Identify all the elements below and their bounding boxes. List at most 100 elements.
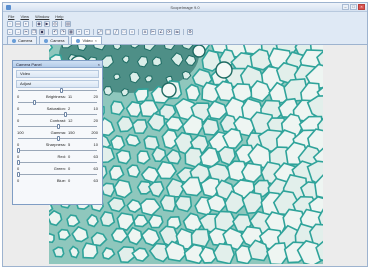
section-adjust[interactable]: Adjust — [16, 80, 99, 88]
slider-max: 200 — [91, 130, 98, 135]
rect-icon[interactable]: □ — [121, 29, 127, 35]
open-icon[interactable]: ▭ — [15, 21, 21, 27]
print-icon[interactable]: ▤ — [65, 21, 71, 27]
slider-max: 63 — [93, 166, 98, 171]
circle-icon[interactable]: ○ — [129, 29, 135, 35]
slider-track[interactable] — [18, 174, 97, 175]
tab-label: Video — [82, 38, 93, 43]
slider-min: 0 — [17, 166, 20, 171]
slider-label: Saturation: — [33, 106, 66, 111]
slider-thumb[interactable] — [17, 160, 20, 165]
window-title: ScopeImage 9.0 — [170, 5, 200, 10]
slider-label: Blue: — [33, 178, 66, 183]
tab-video[interactable]: Video × — [71, 36, 102, 44]
slider-track[interactable] — [18, 102, 97, 103]
slider-value: 0 — [68, 178, 71, 183]
slider-name: Green: — [53, 166, 66, 171]
panel-close-icon[interactable]: × — [98, 61, 100, 68]
slider-value: 5 — [68, 142, 71, 147]
round-cell — [192, 45, 206, 58]
zoom-out-icon[interactable]: − — [84, 29, 90, 35]
angle-icon[interactable]: ∠ — [158, 29, 164, 35]
flip-icon[interactable]: ⇋ — [174, 29, 180, 35]
tab-close-icon[interactable]: × — [95, 38, 97, 43]
menu-window[interactable]: Window — [35, 14, 49, 19]
menu-file[interactable]: File — [8, 14, 14, 19]
app-window: ScopeImage 9.0 – □ × File View Window He… — [2, 2, 368, 267]
plant-cell — [49, 232, 55, 244]
save-icon[interactable]: ▪ — [23, 21, 29, 27]
toolbar-separator — [183, 29, 184, 35]
slider-label: Sharpness: — [33, 142, 66, 147]
menu-bar: File View Window Help — [3, 12, 367, 20]
adjust-sharpness: 0 Sharpness: 5 10 — [16, 136, 99, 148]
slider-max: 63 — [93, 178, 98, 183]
toolbar-separator — [32, 21, 33, 27]
snap-icon[interactable]: ◎ — [52, 21, 58, 27]
toolbar-separator — [61, 21, 62, 27]
slider-max: 10 — [93, 142, 98, 147]
measure-icon[interactable]: ⊢ — [150, 29, 156, 35]
slider-value: 0 — [68, 166, 71, 171]
plant-cell — [212, 242, 236, 264]
slider-min: 0 — [17, 94, 20, 99]
slider-name: Saturation: — [46, 106, 66, 111]
rotate-icon[interactable]: ⟳ — [166, 29, 172, 35]
forward-icon[interactable]: → — [15, 29, 21, 35]
slider-label: Green: — [33, 166, 66, 171]
grid-icon[interactable]: ▦ — [68, 29, 74, 35]
paste-icon[interactable]: ▣ — [39, 29, 45, 35]
slider-track[interactable] — [18, 150, 97, 151]
slider-thumb[interactable] — [64, 112, 68, 117]
redo-icon[interactable]: ↷ — [60, 29, 66, 35]
section-video[interactable]: Video — [16, 70, 99, 78]
slider-thumb[interactable] — [60, 88, 64, 93]
slider-thumb[interactable] — [56, 136, 60, 141]
slider-name: Brightness: — [45, 94, 66, 99]
plant-cell — [201, 117, 220, 136]
copy-icon[interactable]: ❐ — [31, 29, 37, 35]
slider-label: Red: — [33, 154, 66, 159]
close-button[interactable]: × — [358, 4, 365, 10]
undo-icon[interactable]: ↶ — [52, 29, 58, 35]
menu-view[interactable]: View — [20, 14, 29, 19]
zoom-in-icon[interactable]: + — [76, 29, 82, 35]
slider-track[interactable] — [18, 90, 97, 91]
slider-track[interactable] — [18, 114, 97, 115]
settings-icon[interactable]: ⚙ — [187, 29, 193, 35]
tab-label: Camera — [18, 38, 33, 43]
document-tabs: Camera Camera Video × — [3, 36, 367, 45]
adjust-red: 0 Red: 0 63 — [16, 148, 99, 160]
cut-icon[interactable]: ✂ — [23, 29, 29, 35]
slider-thumb[interactable] — [56, 124, 60, 129]
slider-max: 20 — [93, 118, 98, 123]
tab-camera-1[interactable]: Camera — [7, 36, 38, 44]
slider-name: Gamma: — [50, 130, 66, 135]
tab-camera-2[interactable]: Camera — [39, 36, 70, 44]
slider-track[interactable] — [18, 162, 97, 163]
toolbar-separator — [93, 29, 94, 35]
plant-cell — [113, 73, 121, 80]
text-icon[interactable]: A — [142, 29, 148, 35]
line-icon[interactable]: ╱ — [113, 29, 119, 35]
plant-cell — [174, 195, 193, 213]
plant-cell — [99, 211, 116, 227]
video-icon[interactable]: ▶ — [44, 21, 50, 27]
camera-icon[interactable]: ◉ — [36, 21, 42, 27]
select-icon[interactable]: ⬚ — [105, 29, 111, 35]
maximize-button[interactable]: □ — [350, 4, 357, 10]
plant-cell — [113, 179, 133, 199]
camera-icon — [12, 38, 16, 43]
slider-label: Brightness: — [33, 94, 66, 99]
fit-icon[interactable]: ⤢ — [97, 29, 103, 35]
adjust-blue: 0 Blue: 0 63 — [16, 172, 99, 184]
menu-help[interactable]: Help — [55, 14, 63, 19]
slider-thumb[interactable] — [32, 100, 36, 105]
adjust-brightness: 0 Brightness: 11 20 — [16, 88, 99, 100]
new-icon[interactable]: ▫ — [7, 21, 13, 27]
slider-thumb[interactable] — [17, 148, 20, 153]
slider-thumb[interactable] — [17, 172, 20, 177]
back-icon[interactable]: ← — [7, 29, 13, 35]
minimize-button[interactable]: – — [342, 4, 349, 10]
slider-max: 10 — [93, 106, 98, 111]
